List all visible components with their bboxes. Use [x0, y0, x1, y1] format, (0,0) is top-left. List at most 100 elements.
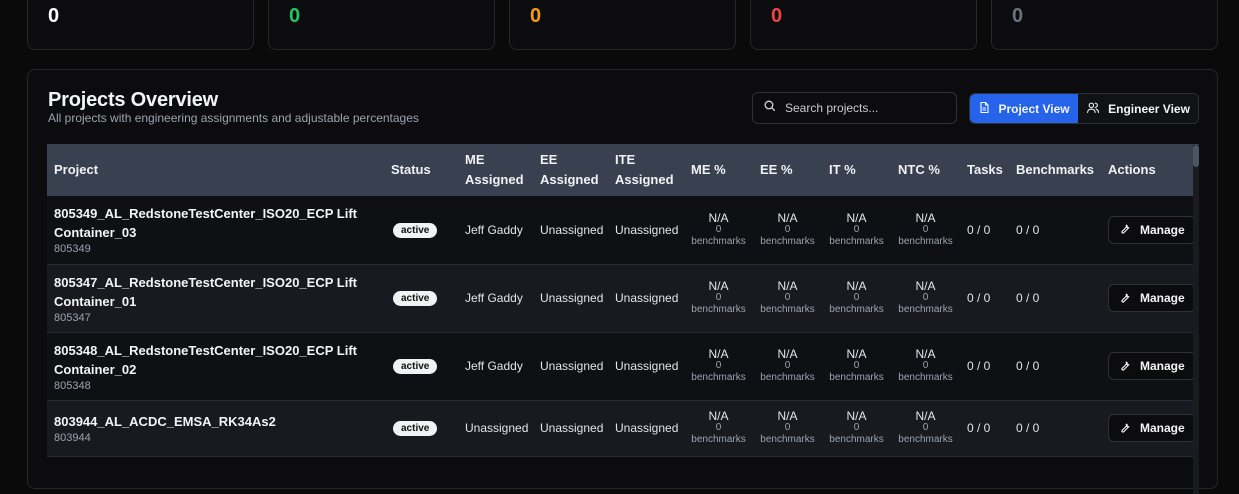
ee-assigned-cell: Unassigned — [540, 222, 604, 237]
ee-pct-cell: N/A 0 benchmarks — [753, 264, 822, 332]
bench-count: 0 — [715, 223, 722, 235]
bench-count: 0 — [715, 292, 722, 303]
project-name-line1: 805347_AL_RedstoneTestCenter_ISO20_ECP L… — [54, 274, 357, 290]
ntc-pct-cell: N/A 0 benchmarks — [891, 196, 960, 264]
bench-label: benchmarks — [691, 434, 746, 445]
users-icon — [1086, 101, 1100, 117]
bench-count: 0 — [715, 422, 722, 433]
stat-card-green: 0 — [268, 0, 495, 50]
col-it-pct: IT % — [829, 162, 856, 177]
bench-count: 0 — [853, 223, 860, 235]
pct-value: N/A — [708, 409, 729, 423]
pct-value: N/A — [846, 279, 867, 293]
projects-table-container[interactable]: Project Status ME Assigned EE Assigned ITE… — [47, 144, 1199, 494]
it-pct-cell: N/A 0 benchmarks — [822, 332, 891, 400]
pct-value: N/A — [708, 347, 729, 361]
pct-value: N/A — [846, 210, 867, 225]
pct-value: N/A — [915, 210, 936, 225]
manage-button-label: Manage — [1140, 291, 1185, 305]
bench-label: benchmarks — [760, 235, 815, 247]
status-badge: active — [393, 291, 438, 306]
project-name-line1: 805349_AL_RedstoneTestCenter_ISO20_ECP L… — [54, 206, 357, 222]
search-input[interactable] — [785, 101, 945, 115]
bench-label: benchmarks — [691, 304, 746, 315]
actions-cell: Manage — [1101, 196, 1199, 264]
status-badge: active — [393, 222, 438, 238]
ee-pct-cell: N/A 0 benchmarks — [753, 332, 822, 400]
col-ee-pct: EE % — [760, 162, 793, 177]
bench-count: 0 — [784, 292, 791, 303]
it-pct-cell: N/A 0 benchmarks — [822, 264, 891, 332]
col-ee-assigned-l1: EE — [540, 152, 558, 167]
ntc-pct-cell: N/A 0 benchmarks — [891, 400, 960, 456]
pct-value: N/A — [915, 409, 936, 423]
me-assigned-cell: Unassigned — [465, 421, 529, 435]
bench-label: benchmarks — [829, 434, 884, 445]
pct-value: N/A — [777, 210, 798, 225]
pct-value: N/A — [708, 279, 729, 293]
bench-count: 0 — [784, 422, 791, 433]
col-status: Status — [391, 162, 431, 177]
project-id: 803944 — [54, 432, 91, 444]
ite-assigned-cell: Unassigned — [615, 291, 679, 305]
actions-cell: Manage — [1101, 264, 1199, 332]
col-project: Project — [54, 162, 99, 177]
manage-button[interactable]: Manage — [1108, 414, 1196, 442]
me-assigned-cell: Jeff Gaddy — [465, 359, 523, 373]
scrollbar-thumb[interactable] — [1193, 145, 1199, 167]
col-me-assigned-l2: Assigned — [465, 172, 524, 187]
col-benchmarks: Benchmarks — [1016, 162, 1095, 177]
manage-button[interactable]: Manage — [1108, 284, 1196, 312]
stat-card-red: 0 — [750, 0, 977, 50]
bench-label: benchmarks — [691, 372, 746, 383]
benchmarks-cell: 0 / 0 — [1016, 359, 1040, 373]
manage-button[interactable]: Manage — [1108, 352, 1196, 380]
projects-table: Project Status ME Assigned EE Assigned ITE… — [47, 144, 1199, 457]
bench-count: 0 — [922, 360, 929, 371]
project-view-label: Project View — [998, 101, 1070, 116]
project-name: 805348_AL_RedstoneTestCenter_ISO20_ECP L… — [54, 341, 377, 379]
manage-button-label: Manage — [1140, 421, 1185, 435]
tasks-cell: 0 / 0 — [967, 421, 991, 435]
search-icon — [763, 99, 776, 117]
me-pct-cell: N/A 0 benchmarks — [684, 400, 753, 456]
col-ite-assigned-l2: Assigned — [615, 172, 674, 187]
project-cell: 805349_AL_RedstoneTestCenter_ISO20_ECP L… — [47, 196, 384, 264]
table-row: 805349_AL_RedstoneTestCenter_ISO20_ECP L… — [47, 196, 1199, 264]
col-me-assigned: ME Assigned — [458, 144, 533, 196]
bench-count: 0 — [715, 360, 722, 371]
pct-value: N/A — [846, 347, 867, 361]
stat-value: 0 — [530, 5, 542, 27]
pct-value: N/A — [777, 279, 798, 293]
status-cell: active — [384, 400, 458, 456]
search-box[interactable] — [752, 92, 957, 124]
me-pct-cell: N/A 0 benchmarks — [684, 264, 753, 332]
tasks-cell: 0 / 0 — [967, 291, 991, 305]
stat-value: 0 — [1012, 5, 1024, 27]
project-id: 805347 — [54, 311, 91, 324]
col-me-assigned-l1: ME — [465, 152, 485, 167]
project-name: 805347_AL_RedstoneTestCenter_ISO20_ECP L… — [54, 273, 377, 311]
ntc-pct-cell: N/A 0 benchmarks — [891, 264, 960, 332]
project-name: 805349_AL_RedstoneTestCenter_ISO20_ECP L… — [54, 204, 377, 242]
bench-count: 0 — [922, 422, 929, 433]
col-tasks: Tasks — [967, 162, 1003, 177]
bench-count: 0 — [784, 360, 791, 371]
table-scrollbar[interactable] — [1193, 145, 1199, 494]
project-name-line1: 805348_AL_RedstoneTestCenter_ISO20_ECP L… — [54, 342, 357, 358]
col-ee-assigned: EE Assigned — [533, 144, 608, 196]
project-cell: 803944_AL_ACDC_EMSA_RK34As2 803944 — [47, 400, 384, 456]
benchmarks-cell: 0 / 0 — [1016, 222, 1040, 237]
bench-label: benchmarks — [898, 304, 953, 315]
me-assigned-cell: Jeff Gaddy — [465, 222, 523, 237]
stats-row: 0 0 0 0 0 — [27, 0, 1218, 50]
manage-button[interactable]: Manage — [1108, 215, 1196, 244]
project-view-button[interactable]: Project View — [970, 94, 1079, 123]
tasks-cell: 0 / 0 — [967, 222, 991, 237]
benchmarks-cell: 0 / 0 — [1016, 291, 1040, 305]
ite-assigned-cell: Unassigned — [615, 222, 679, 237]
col-ntc-pct: NTC % — [898, 162, 940, 177]
col-actions: Actions — [1108, 162, 1156, 177]
engineer-view-button[interactable]: Engineer View — [1078, 94, 1198, 123]
bench-label: benchmarks — [898, 235, 953, 247]
